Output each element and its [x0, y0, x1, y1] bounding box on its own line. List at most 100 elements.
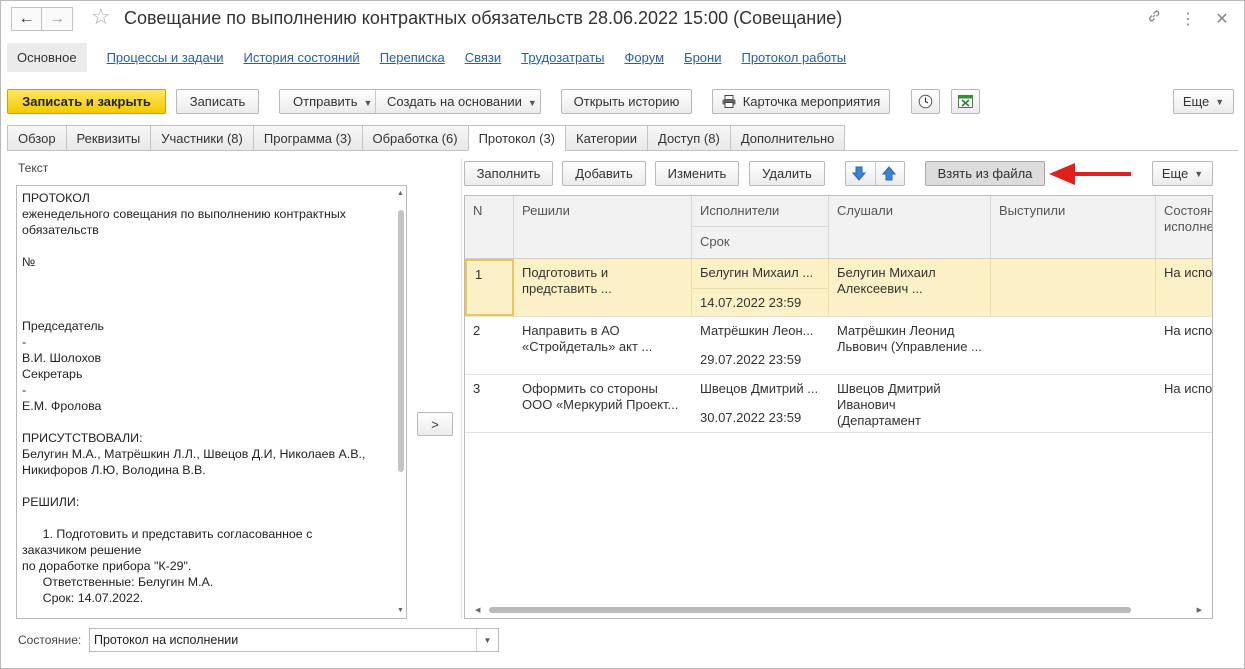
cell-state[interactable]: На испол — [1156, 375, 1212, 432]
fill-button[interactable]: Заполнить — [464, 161, 553, 186]
cell-n[interactable]: 1 — [465, 259, 514, 316]
tab-additional[interactable]: Дополнительно — [729, 125, 846, 151]
event-card-button[interactable]: Карточка мероприятия — [712, 89, 890, 114]
header-deadline[interactable]: Срок — [692, 227, 829, 258]
title-bar: ← → ☆ Совещание по выполнению контрактны… — [1, 1, 1244, 37]
favorite-star-icon[interactable]: ☆ — [91, 6, 111, 28]
cell-decided[interactable]: Оформить со стороны ООО «Меркурий Проект… — [514, 375, 692, 432]
cell-decided[interactable]: Направить в АО «Стройдеталь» акт ... — [514, 317, 692, 374]
scroll-down-icon[interactable]: ▼ — [397, 607, 404, 614]
table-more-button[interactable]: Еще ▼ — [1152, 161, 1213, 186]
cell-text: представить ... — [522, 281, 612, 296]
add-button[interactable]: Добавить — [562, 161, 646, 186]
create-based-on-button[interactable]: Создать на основании ▼ — [387, 94, 537, 109]
tab-details[interactable]: Реквизиты — [65, 125, 151, 151]
text-line: по доработке прибора "К-29". — [22, 559, 192, 573]
more-vertical-icon[interactable]: ⋮ — [1180, 9, 1196, 29]
section-link-correspondence[interactable]: Переписка — [380, 50, 445, 65]
close-icon[interactable]: ✕ — [1214, 9, 1230, 29]
cell-decided[interactable]: Подготовить и представить ... — [514, 259, 692, 316]
move-down-button[interactable] — [851, 166, 867, 184]
header-spoke[interactable]: Выступили — [991, 196, 1156, 258]
send-button[interactable]: Отправить ▼ — [293, 94, 372, 109]
cell-deadline: 29.07.2022 23:59 — [700, 352, 802, 367]
table-horizontal-scrollbar[interactable]: ◀ ▶ — [475, 605, 1202, 615]
navigation-buttons: ← → — [11, 7, 73, 31]
section-link-forum[interactable]: Форум — [625, 50, 665, 65]
cell-spoke[interactable] — [991, 317, 1156, 374]
arrow-left-icon: ← — [18, 10, 35, 27]
cell-n[interactable]: 3 — [465, 375, 514, 432]
load-from-file-button[interactable]: Взять из файла — [925, 161, 1045, 186]
text-line: - — [22, 335, 27, 349]
cell-spoke[interactable] — [991, 259, 1156, 316]
section-link-bookings[interactable]: Брони — [684, 50, 721, 65]
text-label: Текст — [18, 161, 49, 175]
header-decided[interactable]: Решили — [514, 196, 692, 258]
cell-state[interactable]: На испол — [1156, 259, 1212, 316]
scroll-up-icon[interactable]: ▲ — [397, 190, 404, 197]
cell-n[interactable]: 2 — [465, 317, 514, 374]
cell-text: Львович (Управление ... — [837, 339, 982, 354]
save-and-close-button[interactable]: Записать и закрыть — [7, 89, 166, 114]
cell-executor-deadline[interactable]: Белугин Михаил ... 14.07.2022 23:59 — [692, 259, 829, 316]
table-row[interactable]: 1 Подготовить и представить ... Белугин … — [465, 259, 1212, 317]
cell-heard[interactable]: Матрёшкин Леонид Львович (Управление ... — [829, 317, 991, 374]
scrollbar-thumb[interactable] — [489, 607, 1131, 613]
cell-deadline: 30.07.2022 23:59 — [700, 410, 802, 425]
spreadsheet-button[interactable] — [951, 89, 980, 114]
chevron-down-icon[interactable]: ▼ — [476, 629, 498, 651]
table-row[interactable]: 3 Оформить со стороны ООО «Меркурий Прое… — [465, 375, 1212, 433]
link-icon[interactable] — [1146, 9, 1162, 29]
header-heard[interactable]: Слушали — [829, 196, 991, 258]
section-link-state-history[interactable]: История состояний — [244, 50, 360, 65]
tab-program[interactable]: Программа (3) — [252, 125, 362, 151]
scroll-left-icon[interactable]: ◀ — [475, 606, 480, 614]
clock-button[interactable] — [911, 89, 940, 114]
cell-executor-deadline[interactable]: Матрёшкин Леон... 29.07.2022 23:59 — [692, 317, 829, 374]
header-executors[interactable]: Исполнители — [692, 196, 829, 227]
text-line: заказчиком решение — [22, 543, 142, 557]
cell-state[interactable]: На испол — [1156, 317, 1212, 374]
move-rows-group — [845, 161, 905, 186]
edit-button[interactable]: Изменить — [655, 161, 739, 186]
tab-processing[interactable]: Обработка (6) — [361, 125, 468, 151]
tab-access[interactable]: Доступ (8) — [647, 125, 730, 151]
open-history-button[interactable]: Открыть историю — [561, 89, 692, 114]
cell-heard[interactable]: Швецов Дмитрий Иванович (Департамент — [829, 375, 991, 432]
delete-button[interactable]: Удалить — [749, 161, 825, 186]
section-main[interactable]: Основное — [7, 42, 87, 72]
move-up-button[interactable] — [881, 166, 897, 184]
protocol-text-area[interactable]: ПРОТОКОЛ еженедельного совещания по выпо… — [16, 185, 407, 619]
section-link-work-log[interactable]: Протокол работы — [741, 50, 846, 65]
panel-splitter[interactable] — [461, 159, 462, 619]
scrollbar-thumb[interactable] — [398, 210, 404, 472]
tab-overview[interactable]: Обзор — [7, 125, 66, 151]
table-row[interactable]: 2 Направить в АО «Стройдеталь» акт ... М… — [465, 317, 1212, 375]
header-n[interactable]: N — [465, 196, 514, 258]
back-button[interactable]: ← — [11, 7, 42, 31]
text-line: В.И. Шолохов — [22, 351, 102, 365]
tab-categories[interactable]: Категории — [565, 125, 647, 151]
cell-executor: Матрёшкин Леон... — [700, 323, 814, 338]
cell-heard[interactable]: Белугин Михаил Алексеевич ... — [829, 259, 991, 316]
section-link-processes[interactable]: Процессы и задачи — [107, 50, 224, 65]
header-state[interactable]: Состоян исполне — [1156, 196, 1212, 258]
tab-participants[interactable]: Участники (8) — [150, 125, 253, 151]
move-to-table-button[interactable]: > — [417, 412, 453, 436]
status-select[interactable]: Протокол на исполнении ▼ — [89, 628, 499, 652]
save-button[interactable]: Записать — [176, 89, 259, 114]
more-button[interactable]: Еще ▼ — [1173, 89, 1234, 114]
cell-executor-deadline[interactable]: Швецов Дмитрий ... 30.07.2022 23:59 — [692, 375, 829, 432]
scroll-right-icon[interactable]: ▶ — [1197, 606, 1202, 614]
section-link-labor[interactable]: Трудозатраты — [521, 50, 604, 65]
send-create-group: Отправить ▼ Создать на основании ▼ — [279, 89, 541, 114]
section-navigation: Основное Процессы и задачи История состо… — [7, 42, 846, 72]
tab-protocol[interactable]: Протокол (3) — [467, 125, 565, 151]
cell-spoke[interactable] — [991, 375, 1156, 432]
section-link-relations[interactable]: Связи — [465, 50, 501, 65]
text-vertical-scrollbar[interactable]: ▲ ▼ — [397, 190, 404, 614]
text-line — [22, 286, 394, 302]
forward-button[interactable]: → — [42, 7, 73, 31]
cell-text: Подготовить и — [522, 265, 609, 280]
